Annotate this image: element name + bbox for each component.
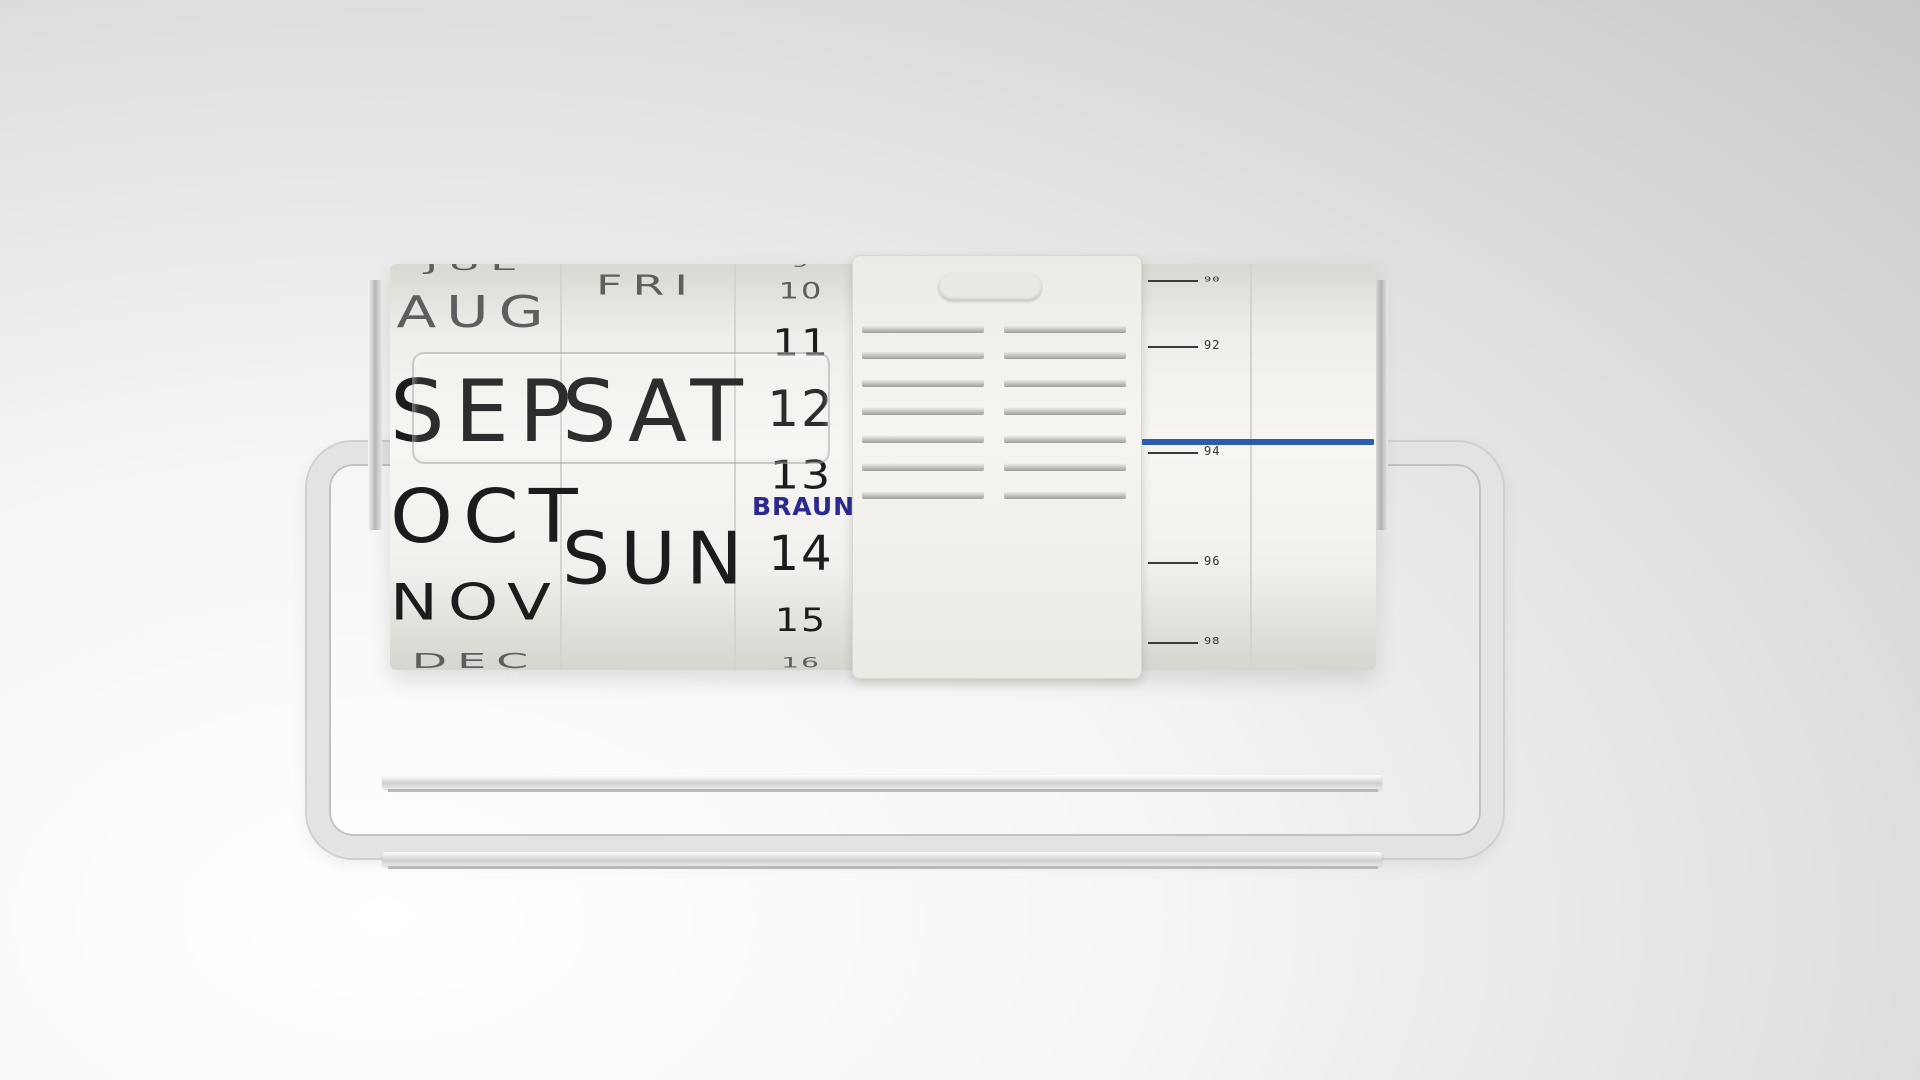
- vent-slot: [862, 407, 984, 415]
- vent-slot: [1004, 325, 1126, 333]
- calendar-scene: JUL AUG SEP OCT NOV DEC FRI SAT SUN 9 10…: [0, 0, 1920, 1080]
- left-axle-post: [368, 280, 382, 530]
- month-drum[interactable]: JUL AUG SEP OCT NOV DEC: [390, 264, 588, 670]
- vent-slot: [862, 379, 984, 387]
- date-label: 15: [774, 601, 828, 639]
- slotted-cover: [852, 255, 1142, 679]
- scale-number: 96: [1204, 554, 1221, 568]
- vent-slot: [862, 463, 984, 471]
- date-label: 10: [778, 277, 824, 305]
- weekday-label: SUN: [562, 516, 753, 601]
- scale-tick: [1148, 452, 1198, 454]
- vent-slot: [1004, 379, 1126, 387]
- vent-slot: [862, 491, 984, 499]
- scale-tick: [1148, 280, 1198, 282]
- adjustment-knob[interactable]: [938, 273, 1042, 301]
- vent-slot: [862, 325, 984, 333]
- scale-number: 90: [1204, 274, 1221, 284]
- scale-tick: [1148, 346, 1198, 348]
- scale-number: 94: [1204, 444, 1221, 458]
- rail-shadow: [388, 866, 1378, 869]
- date-label: 9: [736, 264, 866, 271]
- vent-slot: [862, 435, 984, 443]
- scale-drum[interactable]: 90 92 94 96 98: [1148, 264, 1270, 670]
- date-label: 14: [768, 526, 834, 582]
- indicator-line: [1142, 439, 1374, 445]
- weekday-label: FRI: [596, 268, 698, 302]
- vent-slot: [1004, 463, 1126, 471]
- stand-rail-back: [382, 852, 1382, 866]
- vent-slot: [1004, 407, 1126, 415]
- month-label: JUL: [390, 264, 560, 275]
- braun-logo: BRAUN: [752, 492, 856, 521]
- scale-tick: [1148, 562, 1198, 564]
- vent-slot: [862, 351, 984, 359]
- vent-slot: [1004, 491, 1126, 499]
- date-viewing-window: [412, 352, 830, 464]
- month-label: NOV: [390, 574, 561, 632]
- date-drum[interactable]: 9 10 11 12 13 14 15 16: [736, 264, 866, 670]
- scale-tick: [1148, 642, 1198, 644]
- scale-number: 92: [1204, 338, 1221, 352]
- scale-number: 98: [1204, 635, 1221, 647]
- month-label: OCT: [390, 473, 588, 560]
- vent-slot: [1004, 351, 1126, 359]
- vent-slot: [1004, 435, 1126, 443]
- month-label: DEC: [411, 648, 539, 670]
- month-label: AUG: [396, 286, 554, 338]
- weekday-drum[interactable]: FRI SAT SUN: [562, 264, 753, 670]
- rail-shadow: [388, 789, 1378, 792]
- date-label: 16: [781, 654, 821, 670]
- right-axle-post: [1374, 280, 1388, 530]
- stand-rail-front: [382, 775, 1382, 789]
